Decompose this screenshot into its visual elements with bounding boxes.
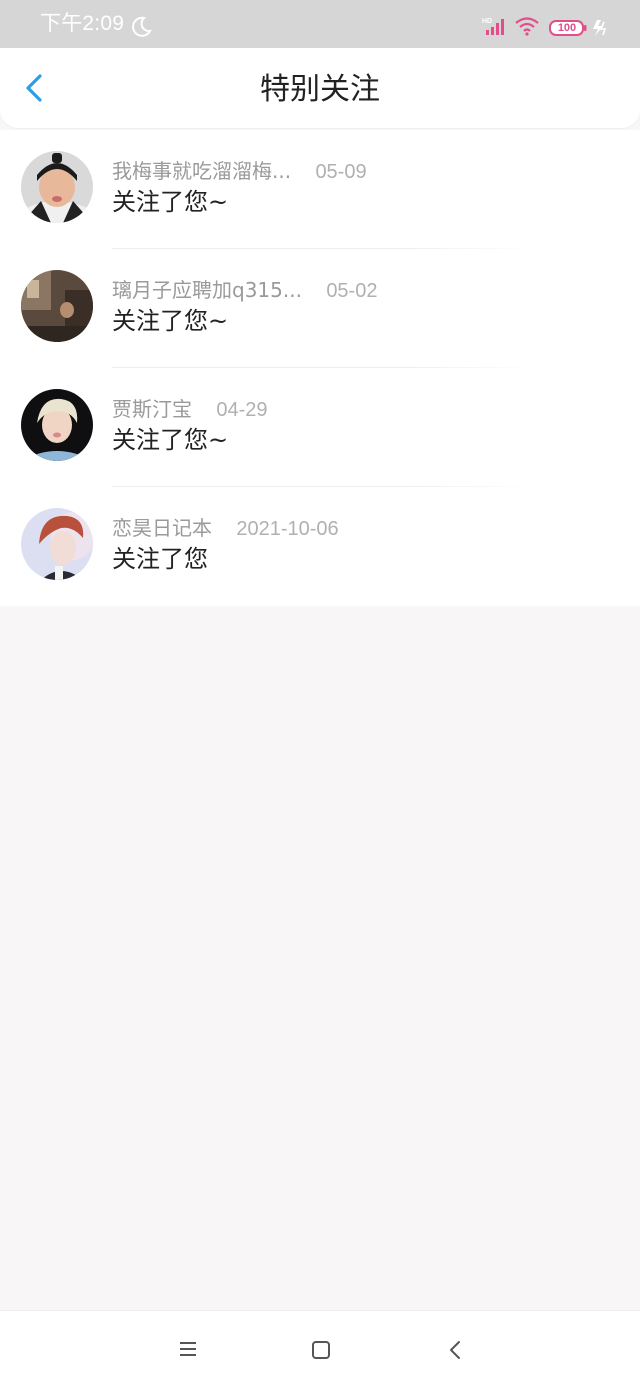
wifi-icon [515,17,539,36]
battery-level: 100 [557,22,577,34]
avatar[interactable] [21,389,93,461]
user-name[interactable]: 璃月子应聘加q315... [112,277,302,303]
charging-icon [593,20,607,36]
page-title: 特别关注 [260,72,380,107]
status-time: 下午2:09 [40,12,125,35]
avatar[interactable] [21,508,93,580]
item-meta: 恋昊日记本 2021-10-06 [112,515,339,542]
avatar[interactable] [21,151,93,223]
item-message: 关注了您~ [112,307,229,335]
back-icon[interactable] [444,1337,466,1363]
moon-icon [132,16,152,37]
system-nav-bar [0,1310,640,1388]
header: 特别关注 [0,48,640,128]
list-item[interactable]: 我梅事就吃溜溜梅... 05-09 关注了您~ [0,130,640,249]
follow-list: 我梅事就吃溜溜梅... 05-09 关注了您~ 璃月子应聘加q315... 05… [0,130,640,606]
item-date: 2021-10-06 [236,518,339,540]
item-meta: 贾斯汀宝 04-29 [112,396,268,423]
item-message: 关注了您~ [112,426,229,454]
list-item[interactable]: 恋昊日记本 2021-10-06 关注了您 [0,487,640,606]
list-item[interactable]: 贾斯汀宝 04-29 关注了您~ [0,368,640,487]
item-date: 05-02 [326,280,378,302]
menu-icon[interactable] [176,1338,200,1360]
item-date: 05-09 [315,161,367,183]
status-bar: 下午2:09 HD 100 [0,0,640,48]
user-name[interactable]: 我梅事就吃溜溜梅... [112,158,291,184]
item-date: 04-29 [216,399,268,421]
avatar[interactable] [21,270,93,342]
item-message: 关注了您~ [112,188,229,216]
user-name[interactable]: 贾斯汀宝 [112,396,192,422]
item-meta: 璃月子应聘加q315... 05-02 [112,277,377,304]
hd-signal-icon: HD [482,18,504,35]
home-icon[interactable] [310,1339,332,1361]
svg-text:HD: HD [482,18,492,25]
item-message: 关注了您 [112,545,208,573]
list-item[interactable]: 璃月子应聘加q315... 05-02 关注了您~ [0,249,640,368]
item-meta: 我梅事就吃溜溜梅... 05-09 [112,158,367,185]
user-name[interactable]: 恋昊日记本 [112,515,212,541]
